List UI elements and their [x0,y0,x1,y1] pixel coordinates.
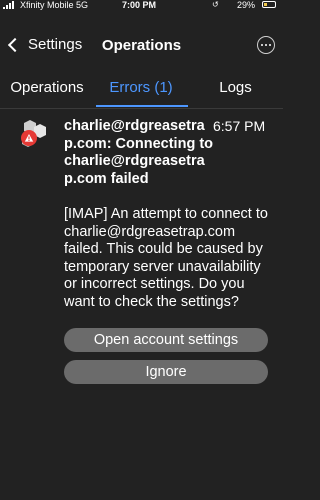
error-message: [IMAP] An attempt to connect to charlie@… [64,206,268,310]
carrier-label: Xfinity Mobile 5G [20,0,89,10]
error-heading: charlie@rdgreasetrap.com: Connecting to … [64,118,214,187]
page-title: Operations [101,37,182,54]
active-tab-indicator [96,105,188,107]
tab-bar: Operations Errors (1) Logs [0,74,283,109]
battery-percent: 29% [237,0,256,10]
clock: 7:00 PM [122,0,157,10]
navigation-bar: Settings Operations [0,30,283,62]
error-timestamp: 6:57 PM [213,118,266,134]
signal-icon [3,1,14,9]
more-options-icon[interactable] [257,36,275,54]
ignore-button[interactable]: Ignore [64,360,268,384]
error-warning-icon [21,130,37,146]
battery-icon [262,1,276,8]
tab-errors[interactable]: Errors (1) [94,79,188,96]
status-bar: Xfinity Mobile 5G 7:00 PM ↺ 29% [0,0,283,10]
open-account-settings-button[interactable]: Open account settings [64,328,268,352]
tab-operations[interactable]: Operations [0,79,94,96]
orientation-lock-icon: ↺ [212,0,219,9]
tab-logs[interactable]: Logs [188,79,283,96]
